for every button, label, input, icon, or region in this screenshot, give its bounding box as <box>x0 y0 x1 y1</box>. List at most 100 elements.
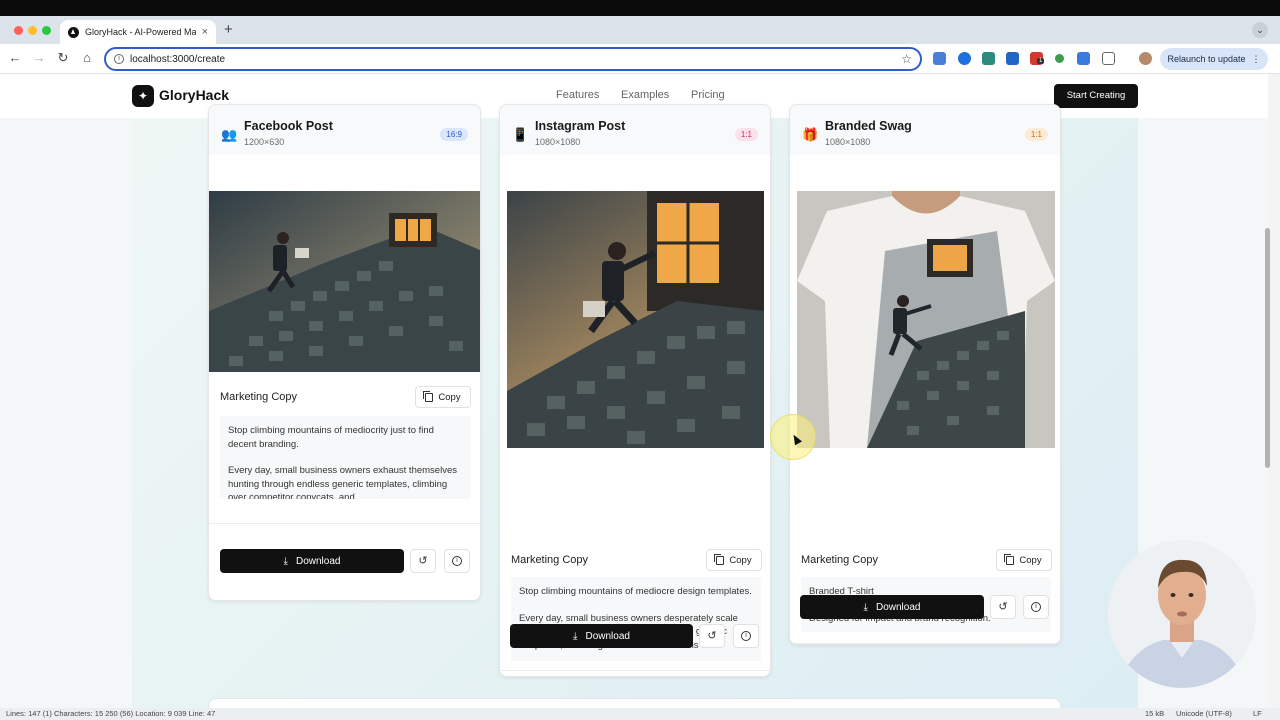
scrollbar-thumb[interactable] <box>1265 228 1270 468</box>
tab-bar: GloryHack - AI-Powered Mar × + ⌄ <box>0 16 1280 44</box>
copy-paragraph: Stop climbing mountains of mediocre desi… <box>519 586 752 597</box>
minimize-window-button[interactable] <box>28 26 37 35</box>
bookmark-star-icon[interactable]: ☆ <box>901 52 912 66</box>
generated-image[interactable] <box>507 191 764 448</box>
regenerate-button[interactable]: ↺ <box>699 624 725 648</box>
download-icon: ⤓ <box>283 555 288 567</box>
marketing-copy-text[interactable]: Stop climbing mountains of mediocrity ju… <box>220 416 471 499</box>
refresh-icon: ↺ <box>707 630 717 642</box>
generated-image[interactable] <box>209 191 480 372</box>
new-tab-button[interactable]: + <box>224 21 233 38</box>
home-button[interactable]: ⌂ <box>79 50 95 65</box>
status-text: Lines: 147 (1) Characters: 15 250 (56) L… <box>6 709 216 718</box>
nav-examples[interactable]: Examples <box>621 89 669 101</box>
tab-close-icon[interactable]: × <box>202 26 208 38</box>
copy-button[interactable]: Copy <box>706 549 762 571</box>
regenerate-button[interactable]: ↺ <box>990 595 1016 619</box>
copy-button-label: Copy <box>729 554 752 566</box>
nav-features[interactable]: Features <box>556 89 599 101</box>
extension-icon[interactable] <box>1055 54 1064 63</box>
marketing-copy-label: Marketing Copy <box>220 391 298 403</box>
maximize-window-button[interactable] <box>42 26 51 35</box>
marketing-copy-text[interactable]: Stop climbing mountains of mediocre desi… <box>511 577 761 661</box>
download-label: Download <box>875 601 921 613</box>
regenerate-button[interactable]: ↺ <box>410 549 436 573</box>
card-dimensions: 1200×630 <box>244 137 285 147</box>
relaunch-button[interactable]: Relaunch to update ⋮ <box>1160 48 1268 70</box>
encoding[interactable]: Unicode (UTF-8) <box>1176 708 1232 720</box>
copy-button[interactable]: Copy <box>996 549 1052 571</box>
address-bar[interactable]: i localhost:3000/create ☆ <box>104 47 922 71</box>
copy-button-label: Copy <box>438 391 461 403</box>
extension-icon[interactable]: 1 <box>1030 52 1045 65</box>
divider <box>500 670 770 671</box>
sparkle-logo-icon[interactable]: ✦ <box>132 85 154 107</box>
refresh-icon: ↺ <box>998 601 1008 613</box>
card-dimensions: 1080×1080 <box>535 137 581 147</box>
copy-icon <box>1004 553 1015 565</box>
line-ending[interactable]: LF <box>1253 708 1262 720</box>
generated-image[interactable] <box>797 191 1055 448</box>
translate-extension-icon[interactable] <box>933 52 946 65</box>
copy-paragraph: Every day, small business owners exhaust… <box>228 465 457 499</box>
info-icon: i <box>1031 602 1041 613</box>
divider <box>790 643 1060 644</box>
site-info-icon[interactable]: i <box>114 54 124 64</box>
browser-window: GloryHack - AI-Powered Mar × + ⌄ ← → ↻ ⌂… <box>0 0 1280 720</box>
card-title: Instagram Post <box>535 119 626 133</box>
ratio-badge: 1:1 <box>1024 128 1048 141</box>
status-bar: Lines: 147 (1) Characters: 15 250 (56) L… <box>0 708 1280 720</box>
close-window-button[interactable] <box>14 26 23 35</box>
card-header: 👥 Facebook Post 1200×630 16:9 <box>209 105 480 155</box>
extension-icon[interactable] <box>1077 52 1090 65</box>
download-label: Download <box>295 555 341 567</box>
extension-icon[interactable] <box>1006 52 1019 65</box>
download-button[interactable]: ⤓ Download <box>510 624 693 648</box>
brand-name[interactable]: GloryHack <box>159 87 229 103</box>
card-title: Branded Swag <box>825 119 912 133</box>
phone-icon: 📱 <box>512 127 529 142</box>
extension-icon[interactable] <box>958 52 971 65</box>
file-size: 15 kB <box>1145 709 1165 718</box>
ratio-badge: 1:1 <box>734 128 758 141</box>
details-button[interactable]: i <box>733 624 759 648</box>
page-viewport: ✦ GloryHack Features Examples Pricing St… <box>0 74 1268 708</box>
profile-avatar[interactable] <box>1139 52 1152 65</box>
more-menu-icon[interactable]: ⋮ <box>1252 54 1261 65</box>
download-button[interactable]: ⤓ Download <box>800 595 984 619</box>
tab-active[interactable]: GloryHack - AI-Powered Mar × <box>60 20 216 44</box>
relaunch-label: Relaunch to update <box>1167 54 1246 64</box>
back-button[interactable]: ← <box>7 50 23 65</box>
system-bar <box>0 0 1280 16</box>
marketing-copy-label: Marketing Copy <box>801 554 879 566</box>
divider <box>209 523 480 524</box>
nav-pricing[interactable]: Pricing <box>691 89 725 101</box>
extension-icon[interactable] <box>982 52 995 65</box>
reload-button[interactable]: ↻ <box>55 50 71 66</box>
details-button[interactable]: i <box>1023 595 1049 619</box>
presenter-video-overlay <box>1108 540 1256 688</box>
forward-button[interactable]: → <box>31 50 47 65</box>
marketing-copy-label: Marketing Copy <box>511 554 589 566</box>
copy-button-label: Copy <box>1019 554 1042 566</box>
copy-paragraph: Stop climbing mountains of mediocrity ju… <box>228 425 434 450</box>
download-button[interactable]: ⤓ Download <box>220 549 404 573</box>
download-icon: ⤓ <box>573 630 578 642</box>
refresh-icon: ↺ <box>418 555 428 567</box>
asset-card-facebook: 👥 Facebook Post 1200×630 16:9 Marketing … <box>208 104 481 601</box>
download-icon: ⤓ <box>863 601 868 613</box>
tab-search-button[interactable]: ⌄ <box>1252 22 1268 38</box>
extension-badge: 1 <box>1037 58 1045 64</box>
card-header: 🎁 Branded Swag 1080×1080 1:1 <box>790 105 1060 155</box>
site-favicon-icon <box>68 26 79 38</box>
extensions-puzzle-icon[interactable] <box>1102 52 1115 65</box>
info-icon: i <box>741 631 751 642</box>
details-button[interactable]: i <box>444 549 470 573</box>
gift-icon: 🎁 <box>802 127 819 142</box>
info-icon: i <box>452 556 462 567</box>
asset-card-swag: 🎁 Branded Swag 1080×1080 1:1 Marketing C… <box>789 104 1061 645</box>
start-creating-button[interactable]: Start Creating <box>1054 84 1138 108</box>
copy-button[interactable]: Copy <box>415 386 471 408</box>
card-header: 📱 Instagram Post 1080×1080 1:1 <box>500 105 770 155</box>
address-url: localhost:3000/create <box>130 53 226 65</box>
